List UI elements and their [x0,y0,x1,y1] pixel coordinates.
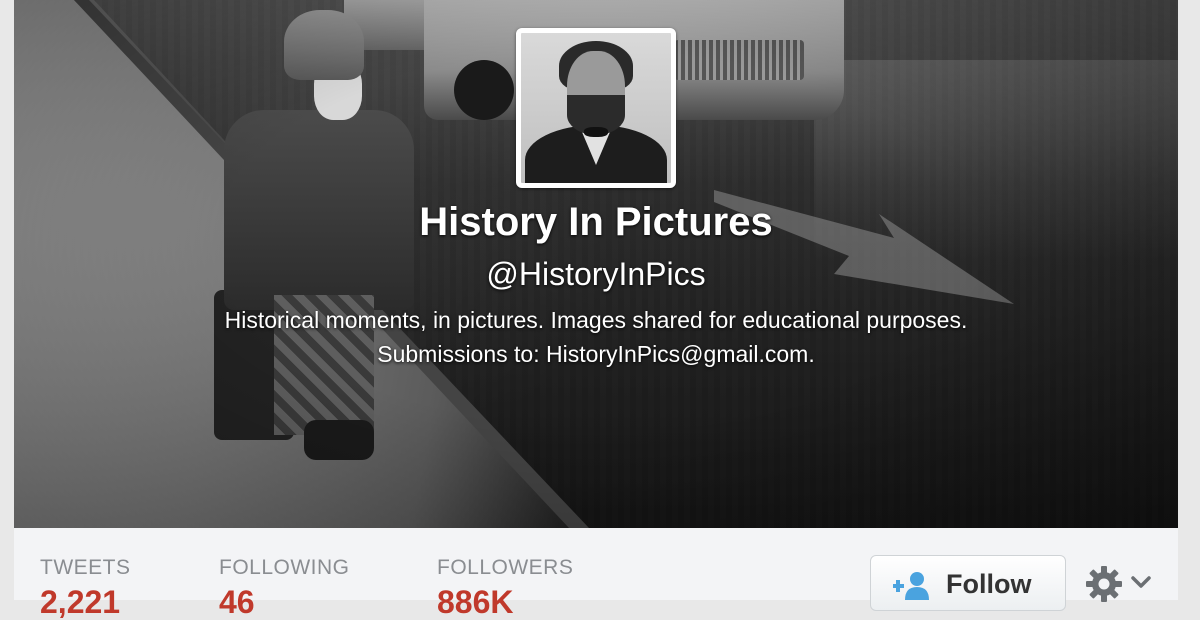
chevron-down-icon [1130,574,1152,590]
avatar[interactable] [516,28,676,188]
bio-line-1: Historical moments, in pictures. Images … [224,307,968,333]
stat-following-label: FOLLOWING [219,556,350,579]
add-user-icon [892,570,933,600]
stat-tweets-value: 2,221 [40,584,121,620]
stats-bar: TWEETS 2,221 FOLLOWING 46 FOLLOWERS 886K… [14,528,1178,618]
stat-followers-value: 886K [437,584,514,620]
stat-tweets-label: TWEETS [40,556,131,579]
stat-followers-label: FOLLOWERS [437,556,574,579]
avatar-bowtie [584,127,608,137]
follow-button[interactable]: Follow [870,555,1066,611]
stat-following-value: 46 [219,584,255,620]
stat-tweets[interactable]: TWEETS 2,221 [40,556,131,618]
profile-handle[interactable]: @HistoryInPics [14,256,1178,293]
stat-following[interactable]: FOLLOWING 46 [219,556,350,618]
profile-name: History In Pictures [419,200,773,244]
follow-label: Follow [946,569,1032,599]
bio-line-2: Submissions to: HistoryInPics@gmail.com. [377,341,815,367]
settings-menu-button[interactable] [1084,564,1164,604]
profile-bio: Historical moments, in pictures. Images … [14,303,1178,371]
stat-followers[interactable]: FOLLOWERS 886K [437,556,573,618]
profile-card: History In Pictures @HistoryInPics Histo… [14,0,1178,618]
gear-icon [1084,564,1124,604]
